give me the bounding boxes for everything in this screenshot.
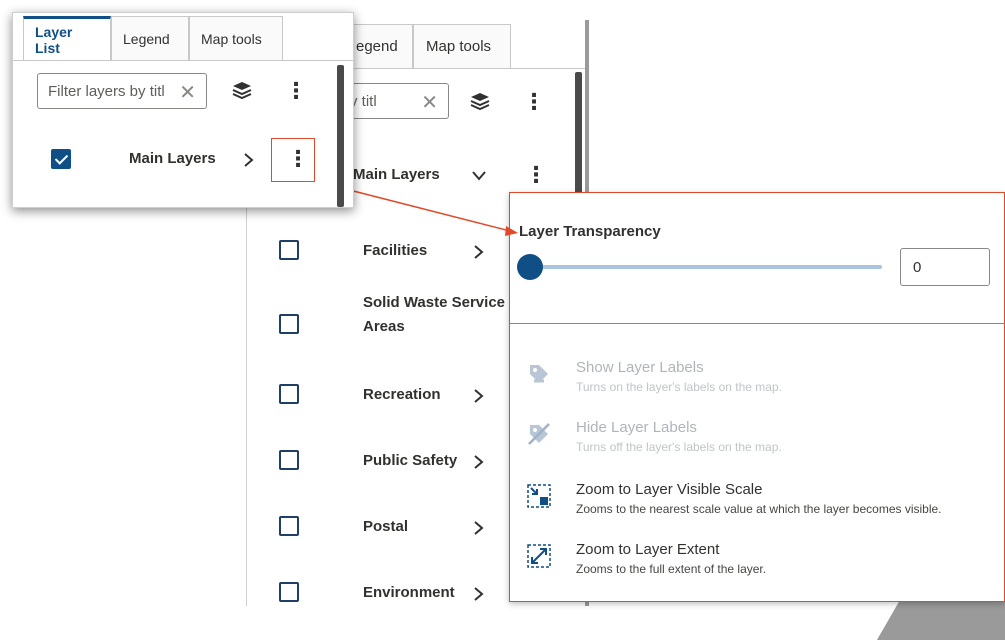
more-options-icon[interactable]: ⋮ xyxy=(281,76,311,106)
tab-divider xyxy=(13,60,355,61)
zoomed-inset: Layer List Legend Map tools Filter layer… xyxy=(12,12,355,208)
filter-input[interactable]: Filter layers by titl ✕ xyxy=(37,73,207,109)
layers-icon[interactable] xyxy=(227,76,257,106)
row-label: Main Layers xyxy=(129,150,216,167)
scrollbar[interactable] xyxy=(337,65,344,207)
tab-legend[interactable]: Legend xyxy=(111,16,189,60)
filter-placeholder: Filter layers by titl xyxy=(48,82,165,100)
chevron-right-icon[interactable] xyxy=(243,152,255,168)
more-options-icon[interactable]: ⋮ xyxy=(287,148,309,170)
clear-icon[interactable]: ✕ xyxy=(175,80,196,105)
tab-layer-list[interactable]: Layer List xyxy=(23,16,111,60)
layer-checkbox-checked[interactable] xyxy=(51,149,71,169)
tab-map-tools[interactable]: Map tools xyxy=(189,16,283,60)
